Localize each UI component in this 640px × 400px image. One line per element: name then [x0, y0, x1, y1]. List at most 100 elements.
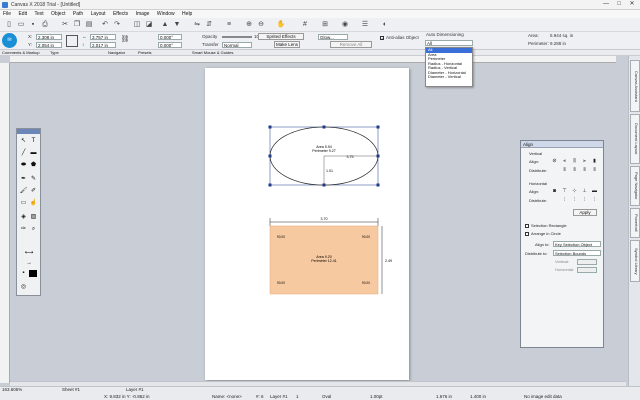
menu-text[interactable]: Text [31, 10, 46, 18]
line-tool-icon[interactable]: ╱ [19, 149, 28, 158]
select-tool-icon[interactable]: ↖ [19, 137, 28, 146]
menu-edit[interactable]: Edit [15, 10, 30, 18]
group-icon[interactable]: ◫ [132, 20, 142, 30]
align-right-icon[interactable]: ⫸ [581, 158, 588, 164]
zoom-in-icon[interactable]: ⊕ [244, 20, 254, 30]
print-icon[interactable]: ⎙ [40, 20, 50, 30]
zoom-level[interactable]: 163.605% [2, 387, 22, 393]
skew-field[interactable]: 0.000° [158, 42, 182, 48]
no-align-icon[interactable]: ⊘ [551, 158, 558, 164]
menu-file[interactable]: File [0, 10, 14, 18]
antialias-checkbox[interactable]: ✓ [380, 36, 384, 41]
vertical-field[interactable] [577, 259, 597, 265]
opacity-slider[interactable] [222, 36, 252, 38]
eraser-tool-icon[interactable]: ▭ [19, 199, 28, 208]
open-icon[interactable]: ▭ [16, 20, 26, 30]
page-canvas[interactable]: Area 5.94 Perimeter 9.27 3.75 1.01 3.70 … [205, 68, 409, 380]
hand-icon[interactable]: ✋ [276, 20, 286, 30]
gradient-tool-icon[interactable]: ▨ [29, 213, 38, 222]
paste-icon[interactable]: ▤ [84, 20, 94, 30]
transfer-select[interactable]: Normal [222, 42, 252, 48]
distribute-center-icon[interactable]: ⫴ [571, 167, 578, 173]
remove-all-button[interactable]: Remove All [330, 41, 372, 48]
align-bottom-icon[interactable]: ⊥ [581, 188, 588, 194]
bucket-tool-icon[interactable]: ◈ [19, 213, 28, 222]
glow-select[interactable]: Glow... [318, 34, 348, 40]
distribute-top-icon[interactable]: ⫶ [561, 197, 568, 203]
text-tool-icon[interactable]: T [29, 137, 38, 146]
smudge-tool-icon[interactable]: ☝ [29, 199, 38, 208]
toolbox-header[interactable] [17, 129, 40, 134]
menu-path[interactable]: Path [70, 10, 86, 18]
make-lens-button[interactable]: Make Lens [274, 41, 300, 48]
redo-icon[interactable]: ↷ [112, 20, 122, 30]
dock-tab-symbol-library[interactable]: Symbol Library [630, 240, 640, 282]
distribute-left-icon[interactable]: ⫴ [561, 167, 568, 173]
sprited-effects-button[interactable]: Sprited Effects [258, 33, 304, 40]
brush-tool-icon[interactable]: 🖌 [19, 187, 28, 196]
align-left-icon[interactable]: ⫷ [561, 158, 568, 164]
flip-vertical-icon[interactable]: ⇵ [204, 20, 214, 30]
color-icon[interactable]: ◐ [380, 20, 390, 30]
align-baseline-icon[interactable]: ▬ [591, 188, 598, 194]
vertical-ruler[interactable] [0, 63, 10, 383]
align-edge-icon[interactable]: ▮ [591, 158, 598, 164]
rectangle-tool-icon[interactable]: ▬ [29, 149, 38, 158]
dock-tab-page-navigator[interactable]: Page Navigator [630, 166, 640, 206]
new-document-icon[interactable]: ▯ [4, 20, 14, 30]
horizontal-field[interactable] [577, 267, 597, 273]
dock-tab-document-layout[interactable]: Document Layout [630, 114, 640, 164]
stroke-weight-icon[interactable]: ⟷ [19, 249, 39, 258]
ungroup-icon[interactable]: ◪ [144, 20, 154, 30]
menu-image[interactable]: Image [133, 10, 153, 18]
eye-tool-icon[interactable]: ◎ [19, 283, 28, 292]
smart-mouse-icon[interactable]: ✉ [2, 33, 17, 48]
dim-option-diameter-vertical[interactable]: Diameter - Vertical [426, 74, 472, 80]
selection-rect-checkbox[interactable] [525, 224, 529, 228]
h-no-align-icon[interactable]: ◙ [551, 188, 558, 194]
menu-help[interactable]: Help [179, 10, 195, 18]
stroke-color-swatch[interactable] [29, 270, 37, 277]
rotation-field[interactable]: 0.000° [158, 34, 182, 40]
fill-color-icon[interactable]: ▪ [19, 269, 28, 278]
ruler-icon[interactable]: ⊞ [320, 20, 330, 30]
minimize-button[interactable]: — [600, 1, 612, 8]
cut-icon[interactable]: ✂ [60, 20, 70, 30]
close-button[interactable]: ✕ [626, 1, 638, 8]
align-panel-title[interactable]: Align [521, 141, 603, 148]
y-field[interactable]: 2.054 in [36, 42, 62, 48]
menu-window[interactable]: Window [154, 10, 178, 18]
polygon-tool-icon[interactable]: ⬟ [29, 161, 38, 170]
menu-object[interactable]: Object [48, 10, 68, 18]
undo-icon[interactable]: ↶ [100, 20, 110, 30]
document-page[interactable]: Area 5.94 Perimeter 9.27 3.75 1.01 3.70 … [205, 68, 409, 380]
arrange-circle-checkbox[interactable] [525, 232, 529, 236]
height-field[interactable]: 2.017 in [90, 42, 116, 48]
airbrush-tool-icon[interactable]: ✐ [29, 187, 38, 196]
send-back-icon[interactable]: ▼ [172, 20, 182, 30]
menu-layout[interactable]: Layout [88, 10, 109, 18]
reference-point-icon[interactable] [66, 35, 78, 47]
width-field[interactable]: 3.757 in [90, 34, 116, 40]
eye-icon[interactable]: ◉ [340, 20, 350, 30]
zoom-out-icon[interactable]: ⊖ [256, 20, 266, 30]
bring-front-icon[interactable]: ▲ [160, 20, 170, 30]
oval-tool-icon[interactable]: ⬬ [19, 161, 28, 170]
dock-tab-powerball[interactable]: Powerball [630, 208, 640, 238]
auto-dimensioning-select[interactable]: All [425, 40, 473, 46]
arrowhead-icon[interactable]: → [19, 259, 39, 268]
align-center-icon[interactable]: ⫼ [571, 158, 578, 164]
distribute-space-icon[interactable]: ⫴ [591, 167, 598, 173]
lock-proportions-icon[interactable]: ⛓ [120, 35, 130, 45]
flip-horizontal-icon[interactable]: ⇋ [192, 20, 202, 30]
pen-tool-icon[interactable]: ✒ [19, 175, 28, 184]
layer-indicator[interactable]: Layer #1 [126, 387, 144, 393]
layers-icon[interactable]: ☰ [360, 20, 370, 30]
copy-icon[interactable]: ❐ [72, 20, 82, 30]
maximize-button[interactable]: □ [613, 1, 625, 8]
distribute-vspace-icon[interactable]: ⫶ [591, 197, 598, 203]
grid-icon[interactable]: # [300, 20, 310, 30]
align-icon[interactable]: ≡ [224, 20, 234, 30]
dock-tab-canvas-assistant[interactable]: Canvas Assistant [630, 60, 640, 112]
pencil-tool-icon[interactable]: ✎ [29, 175, 38, 184]
